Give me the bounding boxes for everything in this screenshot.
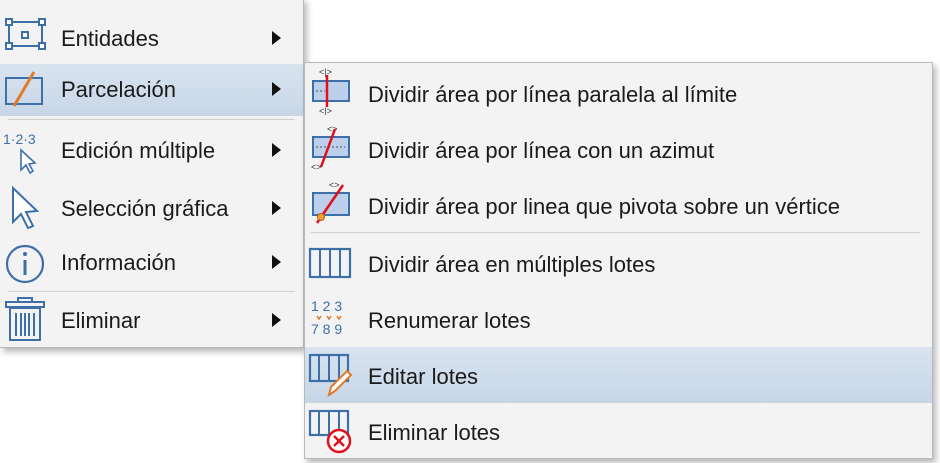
entities-icon	[0, 10, 50, 58]
parcel-icon	[0, 66, 50, 114]
svg-text:<>: <>	[327, 124, 338, 134]
renumber-lots-icon: 1 2 3 7 8 9	[305, 295, 355, 343]
submenu-item-dividir-paralela[interactable]: <|> <|> Dividir área por línea paralela …	[305, 65, 932, 121]
menu-item-entidades[interactable]: Entidades	[0, 4, 303, 64]
multi-edit-icon-text: 1·2·3	[3, 131, 36, 147]
submenu-item-label: Editar lotes	[368, 364, 479, 389]
chevron-right-icon	[272, 82, 281, 96]
submenu-item-editar-lotes[interactable]: Editar lotes	[305, 347, 932, 403]
info-icon	[0, 240, 50, 288]
edit-lots-icon	[305, 351, 355, 399]
submenu-item-label: Dividir área por linea que pivota sobre …	[368, 194, 841, 219]
svg-text:<|>: <|>	[319, 106, 332, 115]
multiple-lots-icon	[305, 239, 355, 287]
multi-edit-icon: 1·2·3	[0, 126, 50, 174]
submenu-item-dividir-pivota[interactable]: <> Dividir área por linea que pivota sob…	[305, 177, 932, 233]
chevron-right-icon	[272, 143, 281, 157]
chevron-right-icon	[272, 31, 281, 45]
chevron-right-icon	[272, 255, 281, 269]
divide-azimuth-icon: <> <>	[305, 123, 355, 171]
svg-text:<>: <>	[311, 162, 322, 171]
submenu-item-label: Renumerar lotes	[368, 308, 531, 333]
renumber-icon-text-bottom: 7 8 9	[311, 321, 342, 337]
submenu-item-renumerar-lotes[interactable]: 1 2 3 7 8 9 Renumerar lotes	[305, 291, 932, 347]
trash-icon	[0, 296, 50, 344]
divide-parallel-icon: <|> <|>	[305, 67, 355, 115]
svg-text:<|>: <|>	[319, 67, 332, 77]
chevron-right-icon	[272, 313, 281, 327]
pointer-icon	[0, 184, 50, 232]
menu-separator	[8, 119, 295, 120]
menu-item-eliminar[interactable]: Eliminar	[0, 294, 303, 346]
menu-item-parcelacion[interactable]: Parcelación	[0, 64, 303, 116]
divide-pivot-icon: <>	[305, 179, 355, 227]
main-context-menu: Entidades Parcelación 1·2·3 Edición múlt…	[0, 0, 304, 348]
menu-separator	[8, 291, 295, 292]
menu-item-label: Parcelación	[61, 77, 176, 102]
submenu-item-label: Dividir área por línea paralela al límit…	[368, 82, 738, 107]
submenu-item-multiples-lotes[interactable]: Dividir área en múltiples lotes	[305, 235, 932, 291]
submenu-item-label: Dividir área en múltiples lotes	[368, 252, 656, 277]
submenu-item-label: Eliminar lotes	[368, 420, 501, 445]
menu-item-informacion[interactable]: Información	[0, 236, 303, 290]
menu-item-seleccion-grafica[interactable]: Selección gráfica	[0, 180, 303, 236]
menu-item-label: Eliminar	[61, 308, 141, 333]
chevron-right-icon	[272, 201, 281, 215]
menu-separator	[311, 232, 920, 233]
renumber-icon-text-top: 1 2 3	[311, 298, 342, 314]
parcelacion-submenu: <|> <|> Dividir área por línea paralela …	[304, 62, 933, 459]
menu-item-edicion-multiple[interactable]: 1·2·3 Edición múltiple	[0, 122, 303, 180]
menu-item-label: Información	[61, 250, 176, 275]
submenu-item-dividir-azimut[interactable]: <> <> Dividir área por línea con un azim…	[305, 121, 932, 177]
submenu-item-eliminar-lotes[interactable]: Eliminar lotes	[305, 403, 932, 457]
delete-lots-icon	[305, 407, 355, 455]
menu-item-label: Edición múltiple	[61, 138, 216, 163]
menu-item-label: Selección gráfica	[61, 196, 229, 221]
menu-item-label: Entidades	[61, 26, 159, 51]
svg-text:<>: <>	[329, 180, 340, 190]
submenu-item-label: Dividir área por línea con un azimut	[368, 138, 715, 163]
